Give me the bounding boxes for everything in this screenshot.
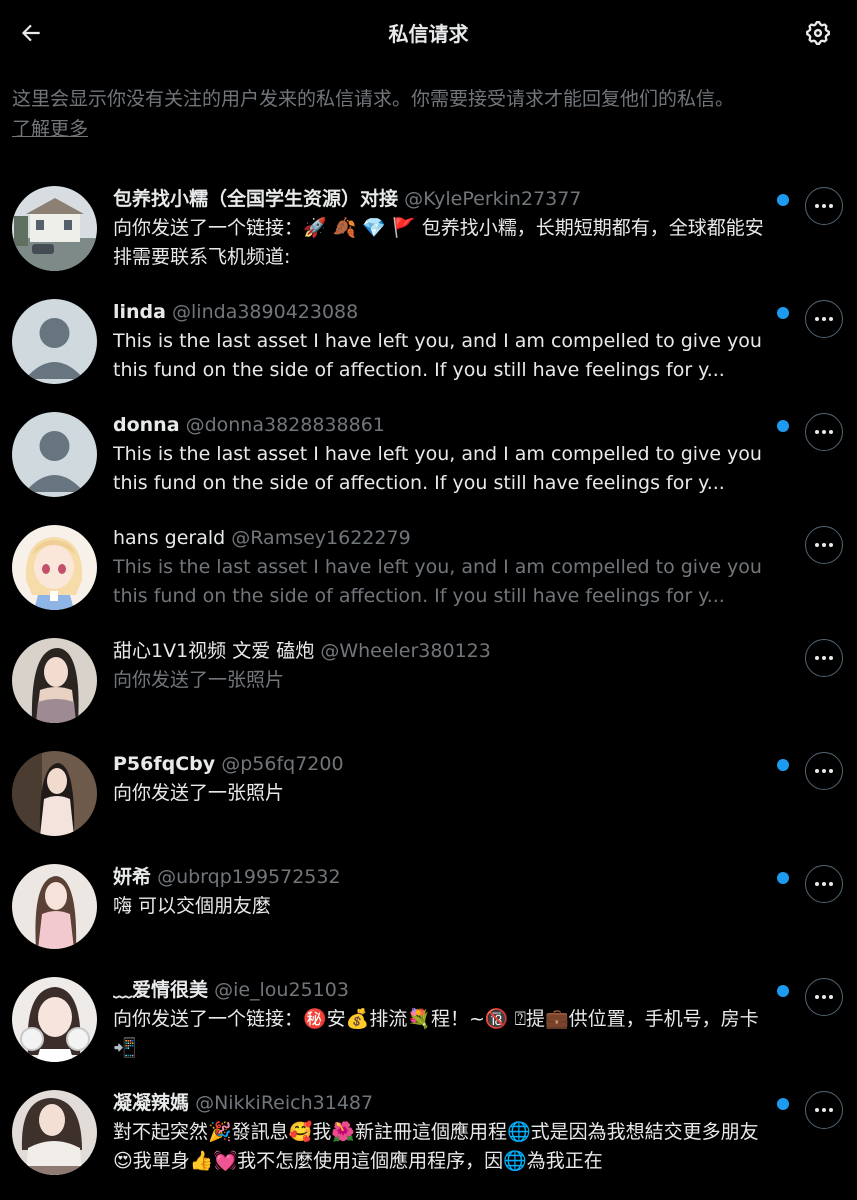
request-row[interactable]: 包养找小糯（全国学生资源）对接 @KylePerkin27377 向你发送了一个… — [0, 172, 857, 285]
request-row[interactable]: donna @donna3828838861 This is the last … — [0, 398, 857, 511]
learn-more-link[interactable]: 了解更多 — [12, 118, 88, 140]
more-options-button[interactable] — [805, 752, 843, 790]
avatar[interactable] — [12, 412, 97, 497]
settings-button[interactable] — [799, 14, 837, 52]
request-content: linda @linda3890423088 This is the last … — [113, 299, 773, 385]
message-preview: 向你发送了一张照片 — [113, 782, 285, 804]
message-preview: 向你发送了一个链接：🚀 🍂 💎 🚩 包养找小糯，长期短期都有，全球都能安排需要联… — [113, 217, 764, 268]
avatar[interactable] — [12, 1090, 97, 1175]
message-request-list: 包养找小糯（全国学生资源）对接 @KylePerkin27377 向你发送了一个… — [0, 172, 857, 1189]
more-options-button[interactable] — [805, 413, 843, 451]
unread-dot — [777, 985, 789, 997]
more-options-button[interactable] — [805, 865, 843, 903]
message-preview: This is the last asset I have left you, … — [113, 556, 762, 607]
sender-handle: @donna3828838861 — [185, 414, 385, 436]
more-options-button[interactable] — [805, 526, 843, 564]
avatar[interactable] — [12, 525, 97, 610]
request-content: 妍希 @ubrqp199572532 嗨 可以交個朋友麼 — [113, 864, 773, 921]
avatar[interactable] — [12, 864, 97, 949]
avatar[interactable] — [12, 751, 97, 836]
sender-handle: @ubrqp199572532 — [157, 866, 341, 888]
unread-dot — [777, 194, 789, 206]
request-row[interactable]: 妍希 @ubrqp199572532 嗨 可以交個朋友麼 — [0, 850, 857, 963]
sender-name: P56fqCby — [113, 753, 216, 775]
unread-dot — [777, 872, 789, 884]
sender-handle: @NikkiReich31487 — [195, 1092, 374, 1114]
message-preview: 對不起突然🎉發訊息🥰我🌺新註冊這個應用程🌐式是因為我想結交更多朋友😍我單身👍💓我… — [113, 1121, 759, 1172]
unread-dot — [777, 1098, 789, 1110]
gear-icon — [806, 21, 830, 45]
request-row[interactable]: ﹏爱情很美 @ie_lou25103 向你发送了一个链接：㊙️安💰排流💐程！~🔞… — [0, 963, 857, 1076]
request-content: 凝凝辣媽 @NikkiReich31487 對不起突然🎉發訊息🥰我🌺新註冊這個應… — [113, 1090, 773, 1176]
sender-handle: @Wheeler380123 — [320, 640, 491, 662]
message-preview: 向你发送了一个链接：㊙️安💰排流💐程！~🔞 ⍰提💼供位置，手机号，房卡📲 — [113, 1008, 759, 1059]
sender-handle: @KylePerkin27377 — [404, 188, 582, 210]
request-content: 包养找小糯（全国学生资源）对接 @KylePerkin27377 向你发送了一个… — [113, 186, 773, 272]
more-options-button[interactable] — [805, 639, 843, 677]
request-row[interactable]: P56fqCby @p56fq7200 向你发送了一张照片 — [0, 737, 857, 850]
request-content: ﹏爱情很美 @ie_lou25103 向你发送了一个链接：㊙️安💰排流💐程！~🔞… — [113, 977, 773, 1063]
sender-name: linda — [113, 301, 166, 323]
request-row[interactable]: 凝凝辣媽 @NikkiReich31487 對不起突然🎉發訊息🥰我🌺新註冊這個應… — [0, 1076, 857, 1189]
info-text: 这里会显示你没有关注的用户发来的私信请求。你需要接受请求才能回复他们的私信。 了… — [12, 84, 847, 144]
request-row[interactable]: 甜心1V1视频 文爱 磕炮 @Wheeler380123 向你发送了一张照片 — [0, 624, 857, 737]
avatar[interactable] — [12, 638, 97, 723]
sender-name: 妍希 — [113, 866, 152, 888]
avatar[interactable] — [12, 977, 97, 1062]
request-content: P56fqCby @p56fq7200 向你发送了一张照片 — [113, 751, 773, 808]
sender-name: donna — [113, 414, 180, 436]
sender-handle: @Ramsey1622279 — [231, 527, 411, 549]
message-preview: This is the last asset I have left you, … — [113, 443, 762, 494]
request-content: hans gerald @Ramsey1622279 This is the l… — [113, 525, 773, 611]
unread-dot — [777, 759, 789, 771]
top-bar: 私信请求 — [0, 0, 857, 64]
unread-dot — [777, 420, 789, 432]
sender-handle: @p56fq7200 — [221, 753, 344, 775]
avatar[interactable] — [12, 186, 97, 271]
more-options-button[interactable] — [805, 978, 843, 1016]
info-description: 这里会显示你没有关注的用户发来的私信请求。你需要接受请求才能回复他们的私信。 — [12, 88, 735, 110]
request-row[interactable]: linda @linda3890423088 This is the last … — [0, 285, 857, 398]
page-title: 私信请求 — [388, 22, 469, 46]
request-row[interactable]: hans gerald @Ramsey1622279 This is the l… — [0, 511, 857, 624]
unread-dot — [777, 307, 789, 319]
message-preview: This is the last asset I have left you, … — [113, 330, 762, 381]
sender-handle: @linda3890423088 — [172, 301, 359, 323]
more-options-button[interactable] — [805, 187, 843, 225]
more-options-button[interactable] — [805, 300, 843, 338]
sender-handle: @ie_lou25103 — [214, 979, 349, 1001]
sender-name: ﹏爱情很美 — [113, 979, 209, 1001]
message-preview: 向你发送了一张照片 — [113, 669, 285, 691]
request-content: 甜心1V1视频 文爱 磕炮 @Wheeler380123 向你发送了一张照片 — [113, 638, 773, 695]
message-preview: 嗨 可以交個朋友麼 — [113, 895, 272, 917]
more-options-button[interactable] — [805, 1091, 843, 1129]
sender-name: 凝凝辣媽 — [113, 1092, 190, 1114]
sender-name: 甜心1V1视频 文爱 磕炮 — [113, 640, 315, 662]
sender-name: 包养找小糯（全国学生资源）对接 — [113, 188, 399, 210]
avatar[interactable] — [12, 299, 97, 384]
request-content: donna @donna3828838861 This is the last … — [113, 412, 773, 498]
sender-name: hans gerald — [113, 527, 226, 549]
